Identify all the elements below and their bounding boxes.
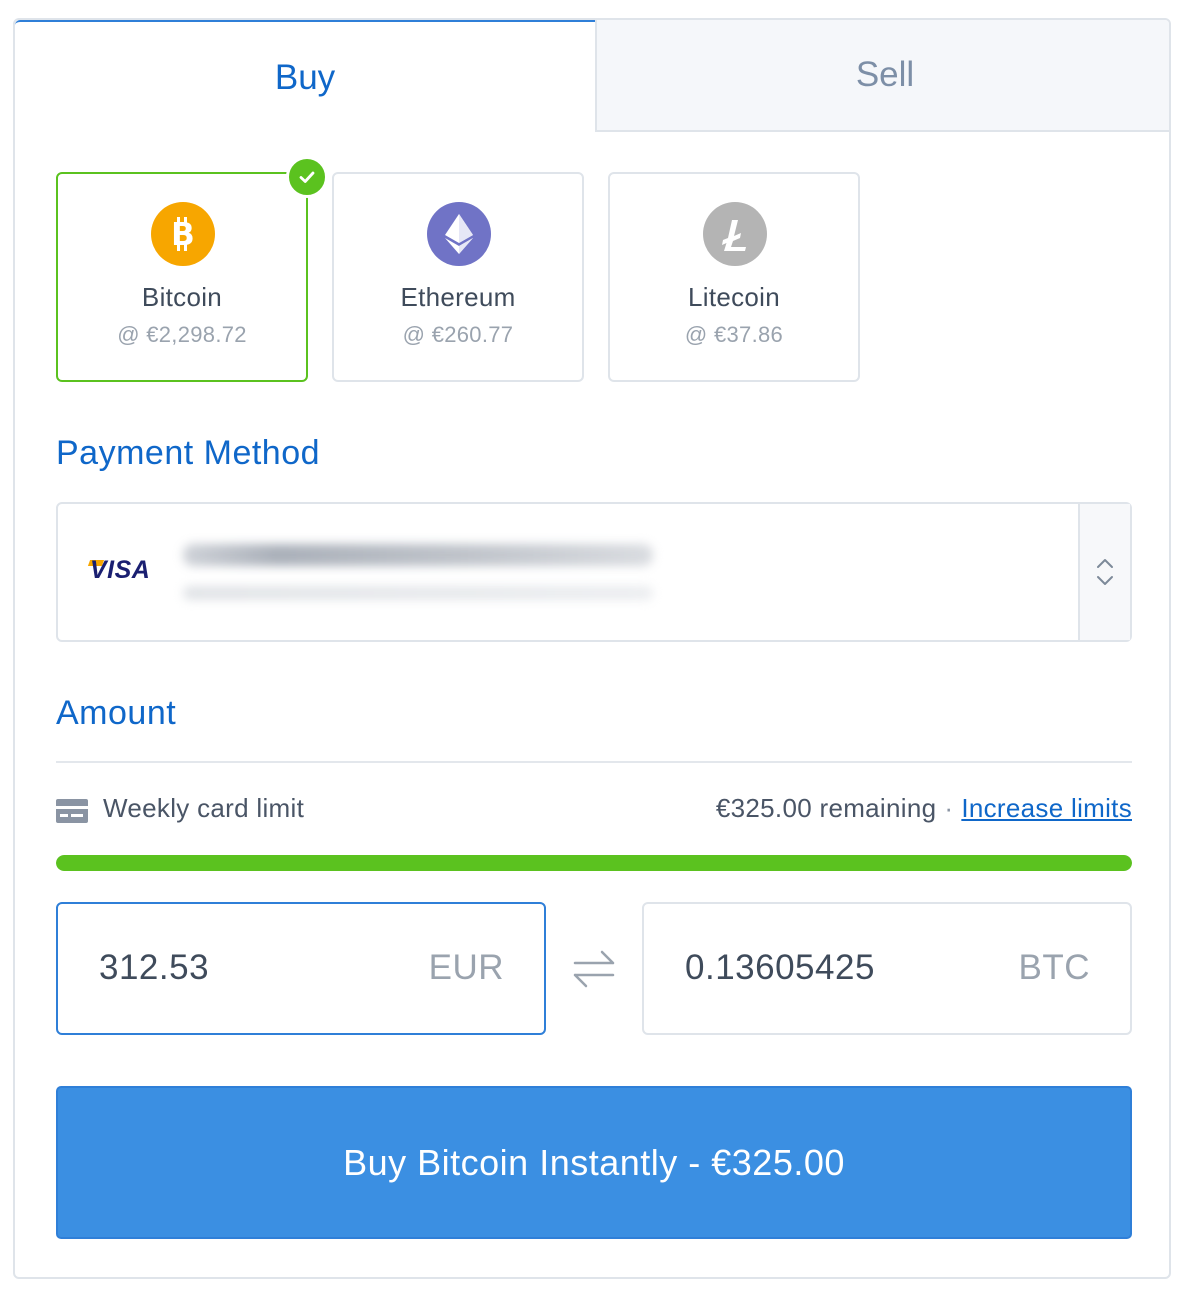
crypto-amount-value[interactable]: 0.13605425 — [685, 948, 875, 988]
amount-heading: Amount — [56, 694, 177, 732]
chevron-up-down-icon — [1097, 559, 1113, 585]
crypto-currency-label: BTC — [1018, 948, 1090, 987]
currency-option-litecoin[interactable]: Litecoin @ €37.86 — [608, 172, 860, 382]
currency-option-ethereum[interactable]: Ethereum @ €260.77 — [332, 172, 584, 382]
buy-sell-panel: Buy Sell B Bitcoin @ €2,298.72 Ethereum … — [13, 18, 1171, 1279]
redacted-card-details — [183, 586, 653, 600]
weekly-limit-label: Weekly card limit — [103, 793, 305, 823]
crypto-amount-field[interactable]: 0.13605425 BTC — [642, 902, 1132, 1035]
ethereum-icon — [427, 202, 491, 266]
divider — [56, 761, 1132, 763]
payment-method-select[interactable]: VISA — [56, 502, 1132, 642]
redacted-card-details — [183, 544, 653, 566]
limit-progress-bar — [56, 855, 1132, 871]
coin-price: @ €260.77 — [402, 322, 514, 347]
check-icon — [286, 156, 328, 198]
litecoin-icon — [703, 202, 767, 266]
fiat-currency-label: EUR — [428, 948, 504, 987]
payment-method-heading: Payment Method — [56, 434, 321, 472]
coin-price: @ €2,298.72 — [117, 322, 247, 347]
limit-progress-fill — [56, 855, 1132, 871]
swap-arrows-icon[interactable] — [571, 946, 617, 992]
select-toggle[interactable] — [1078, 504, 1130, 640]
fiat-amount-value[interactable]: 312.53 — [99, 948, 209, 988]
card-limit-row: Weekly card limit €325.00 remaining · Incr… — [56, 790, 1132, 830]
limit-status: €325.00 remaining · Increase limits — [716, 793, 1132, 824]
separator: · — [944, 793, 954, 823]
visa-logo: VISA — [90, 556, 151, 584]
svg-text:B: B — [171, 217, 195, 253]
coin-name: Ethereum — [400, 282, 516, 312]
bitcoin-icon: B — [151, 202, 215, 266]
tab-bar: Buy Sell — [15, 20, 1169, 134]
fiat-amount-field[interactable]: 312.53 EUR — [56, 902, 546, 1035]
tab-buy[interactable]: Buy — [15, 20, 595, 134]
buy-instantly-button[interactable]: Buy Bitcoin Instantly - €325.00 — [56, 1086, 1132, 1239]
coin-price: @ €37.86 — [684, 322, 784, 347]
coin-name: Bitcoin — [141, 282, 223, 312]
limit-remaining: €325.00 remaining — [715, 793, 937, 823]
coin-name: Litecoin — [687, 282, 781, 312]
credit-card-icon — [56, 799, 88, 823]
increase-limits-link[interactable]: Increase limits — [961, 793, 1132, 823]
currency-option-bitcoin[interactable]: B Bitcoin @ €2,298.72 — [56, 156, 328, 382]
tab-sell[interactable]: Sell — [595, 20, 1169, 132]
